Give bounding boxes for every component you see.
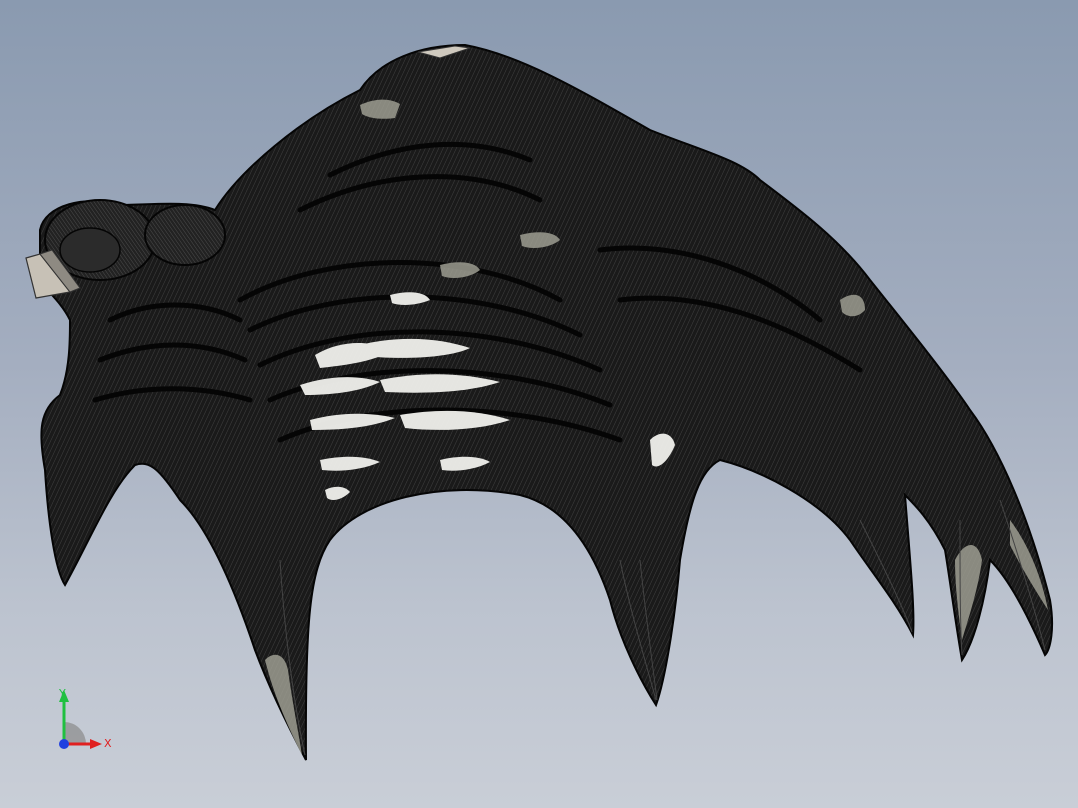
triad-y-label: Y [58,687,66,700]
claw-body [39,43,1054,761]
graphics-viewport[interactable]: Y X [0,0,1078,808]
triad-x-arrow [90,739,102,749]
orientation-triad: Y X [58,687,112,750]
triad-x-label: X [104,737,112,750]
3d-model-claw[interactable] [0,0,1078,808]
triad-z-axis [59,739,69,749]
